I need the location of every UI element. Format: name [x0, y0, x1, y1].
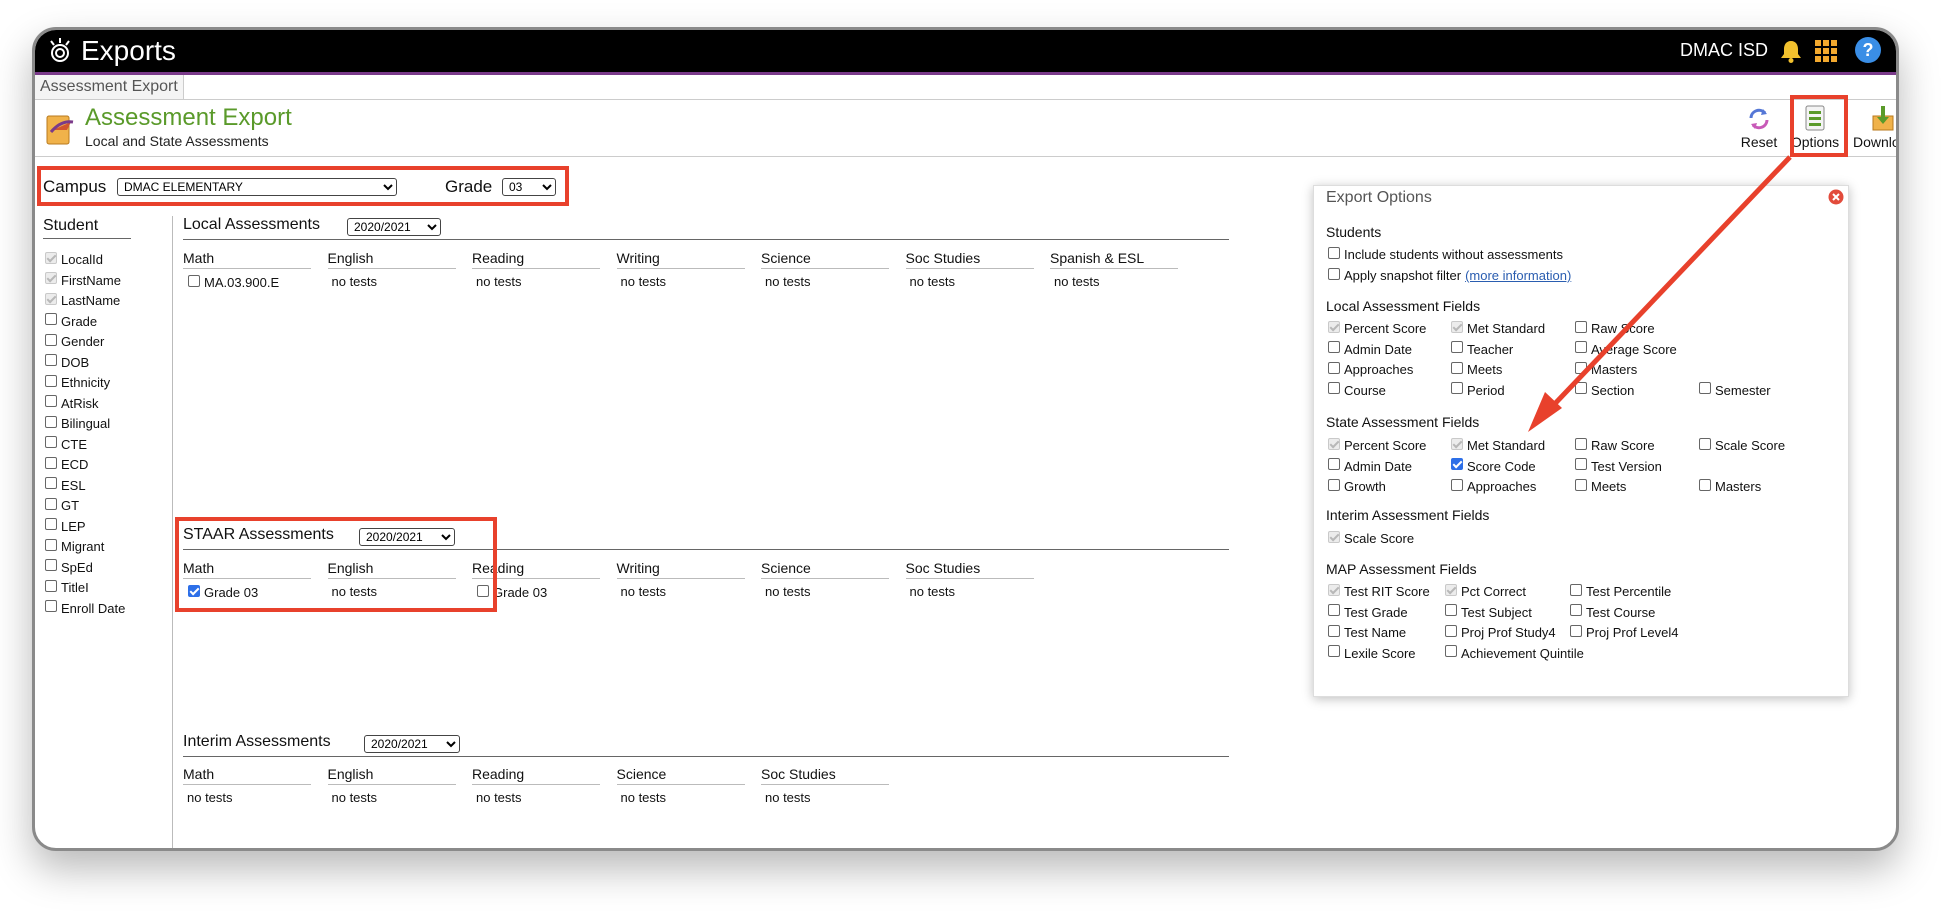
app-window: Exports DMAC ISD ? Assessment Export Ass… — [32, 27, 1899, 851]
annotation-arrow — [1528, 155, 1792, 432]
